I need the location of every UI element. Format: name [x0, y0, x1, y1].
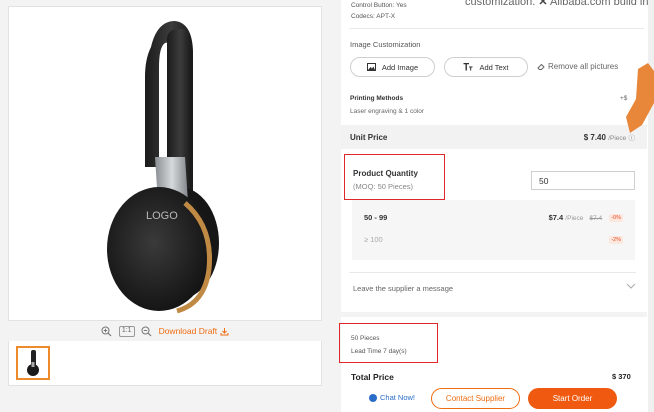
logo-text: LOGO [146, 210, 178, 222]
add-image-button[interactable]: Add Image [350, 57, 435, 77]
quantity-input[interactable]: 50 [531, 171, 635, 190]
moq-label: (MOQ: 50 Pieces) [353, 182, 414, 191]
tier-price: -2% [604, 235, 623, 245]
printing-methods-title: Printing Methods [350, 95, 404, 102]
spec-control-button: Control Button: Yes [351, 2, 407, 9]
overlay-text-right: Alibaba.com build in e [550, 0, 654, 8]
total-price-value: $ 370 [612, 372, 631, 381]
start-order-button[interactable]: Start Order [528, 388, 617, 409]
contact-supplier-button[interactable]: Contact Supplier [431, 388, 520, 409]
headphone-image: LOGO [107, 21, 219, 314]
overlay-caption: customization. ✕ Alibaba.com build in e [465, 0, 654, 8]
text-icon [463, 63, 473, 71]
eraser-icon [537, 63, 545, 70]
unit-price-value: $ 7.40 /Piece ⓘ [584, 132, 635, 142]
product-quantity-title: Product Quantity [353, 169, 418, 178]
annotation-arrow-icon [626, 63, 654, 133]
leave-message-label: Leave the supplier a message [353, 284, 454, 293]
remove-all-label: Remove all pictures [548, 62, 619, 71]
download-icon [220, 327, 229, 335]
tier-range: 50 - 99 [364, 213, 388, 222]
product-customization-page: LOGO 1:1 Download Draft Control Button: … [0, 0, 654, 412]
unit-price-label: Unit Price [350, 133, 388, 142]
download-draft-label: Download Draft [158, 326, 218, 336]
summary-pieces: 50 Pieces [351, 335, 380, 342]
image-icon [366, 63, 376, 71]
spec-codecs: Codecs: APT-X [351, 13, 396, 20]
thumbnail-headphone[interactable] [16, 346, 50, 380]
chevron-down-icon [626, 283, 636, 289]
add-image-label: Add Image [381, 62, 419, 72]
ratio-1-1-button[interactable]: 1:1 [118, 325, 135, 337]
remove-all-pictures-button[interactable]: Remove all pictures [537, 62, 618, 71]
summary-lead-time: Lead Time 7 day(s) [351, 348, 407, 355]
price-tiers: 50 - 99 $7.4 /Piece $7.4 -0% ≥ 100 -2% [352, 200, 635, 260]
add-text-label: Add Text [479, 62, 509, 72]
tier-price-per: /Piece [565, 215, 584, 222]
discount-badge: -2% [609, 236, 623, 245]
unit-price-row: Unit Price $ 7.40 /Piece ⓘ [341, 125, 647, 149]
tier-price: $7.4 /Piece $7.4 -0% [548, 213, 623, 223]
unit-price-per: /Piece [608, 135, 627, 142]
scrollbar[interactable] [648, 0, 654, 412]
tier-price-value: $7.4 [548, 213, 564, 222]
image-customization-title: Image Customization [350, 40, 421, 49]
zoom-out-icon[interactable] [141, 325, 153, 337]
chat-now-link[interactable]: Chat Now! [369, 393, 415, 402]
tier-old-price: $7.4 [589, 215, 603, 222]
overlay-text-left: customization. [465, 0, 536, 8]
divider [349, 272, 636, 273]
preview-toolbar: 1:1 Download Draft [8, 321, 322, 341]
headphone-thumbnail-icon [27, 350, 39, 376]
tier-range: ≥ 100 [364, 235, 383, 244]
info-icon: ⓘ [628, 135, 636, 142]
printing-methods-value: Laser engraving & 1 color [350, 108, 425, 115]
tier-row: 50 - 99 $7.4 /Piece $7.4 -0% [364, 213, 623, 229]
unit-price-amount: $ 7.40 [583, 133, 606, 142]
close-icon: ✕ [538, 0, 548, 8]
chat-icon [369, 393, 377, 402]
product-preview: LOGO [8, 6, 322, 321]
leave-message-toggle[interactable]: Leave the supplier a message [353, 283, 636, 293]
thumbnail-strip [8, 341, 322, 386]
section-gap [341, 312, 647, 317]
add-text-button[interactable]: Add Text [444, 57, 528, 77]
zoom-in-icon[interactable] [101, 325, 113, 337]
tier-row: ≥ 100 -2% [364, 235, 623, 251]
spec-list: Control Button: Yes Codecs: APT-X [351, 0, 407, 22]
chat-now-label: Chat Now! [380, 393, 416, 402]
total-price-label: Total Price [351, 372, 394, 382]
discount-badge: -0% [609, 214, 623, 223]
order-summary-highlight-box [339, 323, 438, 363]
download-draft-button[interactable]: Download Draft [159, 326, 230, 336]
divider [349, 28, 644, 29]
